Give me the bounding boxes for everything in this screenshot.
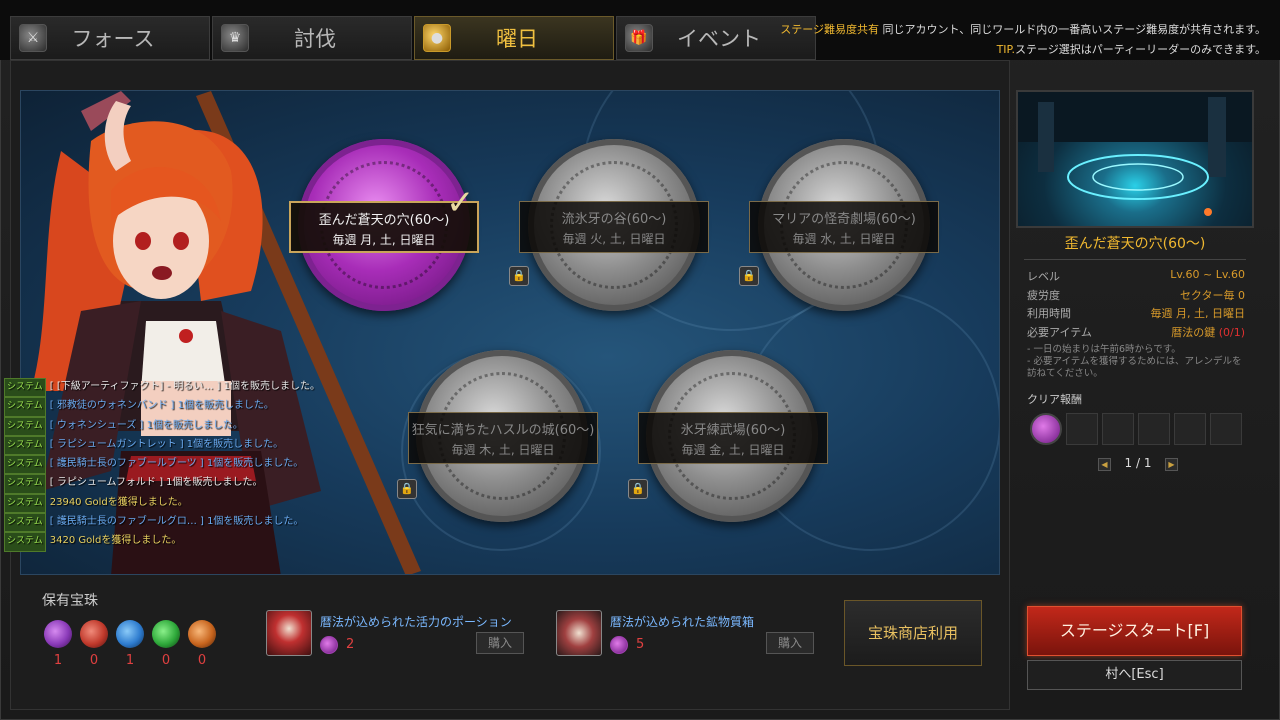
tab-force[interactable]: ⚔ フォース <box>10 16 210 60</box>
info-key: 疲労度 <box>1027 289 1060 302</box>
notice-highlight: ステージ難易度共有 <box>780 23 880 36</box>
to-village-button[interactable]: 村へ[Esc] <box>1027 660 1242 690</box>
dungeon-label-4[interactable]: 狂気に満ちたハスルの城(60〜) 毎週 木, 土, 日曜日 <box>408 412 598 464</box>
dungeon-days: 毎週 火, 土, 日曜日 <box>562 232 666 246</box>
note-line: - 一日の始まりは午前6時からです。 <box>1027 344 1181 355</box>
dungeon-label-2[interactable]: 流氷牙の谷(60〜) 毎週 火, 土, 日曜日 <box>519 201 709 253</box>
chat-log: システム[ [下級アーティファクト] - 明るい… ] 1個を販売しました。 シ… <box>4 378 364 552</box>
orb-count: 0 <box>89 653 99 668</box>
buy-button[interactable]: 購入 <box>766 632 814 654</box>
reward-orb-icon[interactable] <box>1030 413 1062 445</box>
checkmark-icon: ✓ <box>446 183 475 223</box>
reward-slot <box>1174 413 1206 445</box>
dungeon-name: 氷牙練武場(60〜) <box>680 423 786 438</box>
shop-item-cost: 2 <box>346 637 355 652</box>
tab-label: フォース <box>71 27 155 51</box>
shop-item-cost: 5 <box>636 637 645 652</box>
green-orb-icon <box>152 620 180 648</box>
reward-slot <box>1210 413 1242 445</box>
chat-line: システム[ 護民騎士長のファブールブーツ ] 1個を販売しました。 <box>4 455 364 475</box>
red-orb-icon <box>80 620 108 648</box>
reward-title: クリア報酬 <box>1027 393 1082 406</box>
dungeon-name: 狂気に満ちたハスルの城(60〜) <box>411 423 595 438</box>
chat-line: システム 23940 Goldを獲得しました。 <box>4 493 364 514</box>
chat-line: システム[ ラピシュームフォルド ] 1個を販売しました。 <box>4 474 364 494</box>
next-page-icon[interactable]: ▶ <box>1165 458 1178 471</box>
orb-count: 1 <box>53 653 63 668</box>
lock-icon: 🔒 <box>739 266 759 286</box>
orb-count: 0 <box>161 653 171 668</box>
lock-icon: 🔒 <box>628 479 648 499</box>
orb-count: 0 <box>197 653 207 668</box>
buy-button[interactable]: 購入 <box>476 632 524 654</box>
note-line: - 必要アイテムを獲得するためには、アレンデルを訪ねてください。 <box>1027 356 1242 379</box>
preview-scene <box>1018 92 1252 216</box>
reward-slot <box>1138 413 1170 445</box>
dungeon-label-3[interactable]: マリアの怪奇劇場(60〜) 毎週 水, 土, 日曜日 <box>749 201 939 253</box>
blue-orb-icon <box>116 620 144 648</box>
info-value: 毎週 月, 土, 日曜日 <box>1150 307 1245 320</box>
tip-highlight: TIP. <box>996 43 1015 56</box>
orbs-title: 保有宝珠 <box>42 593 98 609</box>
dungeon-label-5[interactable]: 氷牙練武場(60〜) 毎週 金, 土, 日曜日 <box>638 412 828 464</box>
notes: - 一日の始まりは午前6時からです。 - 必要アイテムを獲得するためには、アレン… <box>1027 344 1247 380</box>
lock-icon: 🔒 <box>397 479 417 499</box>
potion-icon <box>266 610 312 656</box>
force-icon: ⚔ <box>19 24 47 52</box>
tab-label: 曜日 <box>496 27 538 51</box>
info-value: 暦法の鍵 (0/1) <box>1171 326 1245 339</box>
difficulty-notice: ステージ難易度共有 同じアカウント、同じワールド内の一番高いステージ難易度が共有… <box>780 20 1266 60</box>
dungeon-name: マリアの怪奇劇場(60〜) <box>772 212 916 227</box>
dungeon-days: 毎週 木, 土, 日曜日 <box>451 443 555 457</box>
reward-slot <box>1066 413 1098 445</box>
dungeon-days: 毎週 水, 土, 日曜日 <box>792 232 896 246</box>
info-value: セクター毎 0 <box>1179 289 1245 302</box>
dungeon-name: 流氷牙の谷(60〜) <box>561 212 667 227</box>
treasure-box-icon <box>556 610 602 656</box>
purple-orb-icon <box>44 620 72 648</box>
shop-item-mineral-box: 暦法が込められた鉱物質箱 5 購入 <box>556 610 816 658</box>
reward-slot <box>1102 413 1134 445</box>
divider <box>1024 259 1246 260</box>
info-key: 必要アイテム <box>1027 326 1092 339</box>
info-key: 利用時間 <box>1027 307 1071 320</box>
dungeon-days: 毎週 金, 土, 日曜日 <box>681 443 785 457</box>
notice-text: 同じアカウント、同じワールド内の一番高いステージ難易度が共有されます。 <box>882 23 1266 36</box>
tab-day[interactable]: ● 曜日 <box>414 16 614 60</box>
tab-label: 討伐 <box>294 27 336 51</box>
shop-item-name: 暦法が込められた活力のポーション <box>320 615 512 629</box>
stage-start-button[interactable]: ステージスタート[F] <box>1027 606 1242 656</box>
orange-orb-icon <box>188 620 216 648</box>
chat-line: システム[ ラピシュームガントレット ] 1個を販売しました。 <box>4 435 364 456</box>
selected-dungeon-title: 歪んだ蒼天の穴(60〜) <box>1064 236 1206 252</box>
subjugation-icon: ♛ <box>221 24 249 52</box>
tab-subjugation[interactable]: ♛ 討伐 <box>212 16 412 60</box>
dungeon-days: 毎週 月, 土, 日曜日 <box>332 233 436 247</box>
chat-line: システム[ [下級アーティファクト] - 明るい… ] 1個を販売しました。 <box>4 378 364 398</box>
info-value: Lv.60 ~ Lv.60 <box>1170 268 1245 281</box>
purple-orb-icon <box>320 636 338 654</box>
reward-pager: ◀ 1 / 1 ▶ <box>1098 456 1178 474</box>
chat-line: システム[ 護民騎士長のファブールグロ… ] 1個を販売しました。 <box>4 513 364 533</box>
chat-line: システム[ 邪教徒のウォネンバンド ] 1個を販売しました。 <box>4 397 364 417</box>
purple-orb-icon <box>610 636 628 654</box>
event-icon: 🎁 <box>625 24 653 52</box>
info-key: レベル <box>1027 270 1060 283</box>
lock-icon: 🔒 <box>509 266 529 286</box>
chat-line: システム 3420 Goldを獲得しました。 <box>4 532 364 552</box>
dungeon-preview-image <box>1016 90 1254 228</box>
shop-item-name: 暦法が込められた鉱物質箱 <box>610 615 755 629</box>
orb-count: 1 <box>125 653 135 668</box>
orb-shop-button[interactable]: 宝珠商店利用 <box>844 600 982 666</box>
chat-line: システム[ ウォネンシューズ ] 1個を販売しました。 <box>4 416 364 436</box>
shop-item-potion: 暦法が込められた活力のポーション 2 購入 <box>266 610 526 658</box>
day-icon: ● <box>423 24 451 52</box>
tip-text: ステージ選択はパーティーリーダーのみできます。 <box>1014 43 1266 56</box>
